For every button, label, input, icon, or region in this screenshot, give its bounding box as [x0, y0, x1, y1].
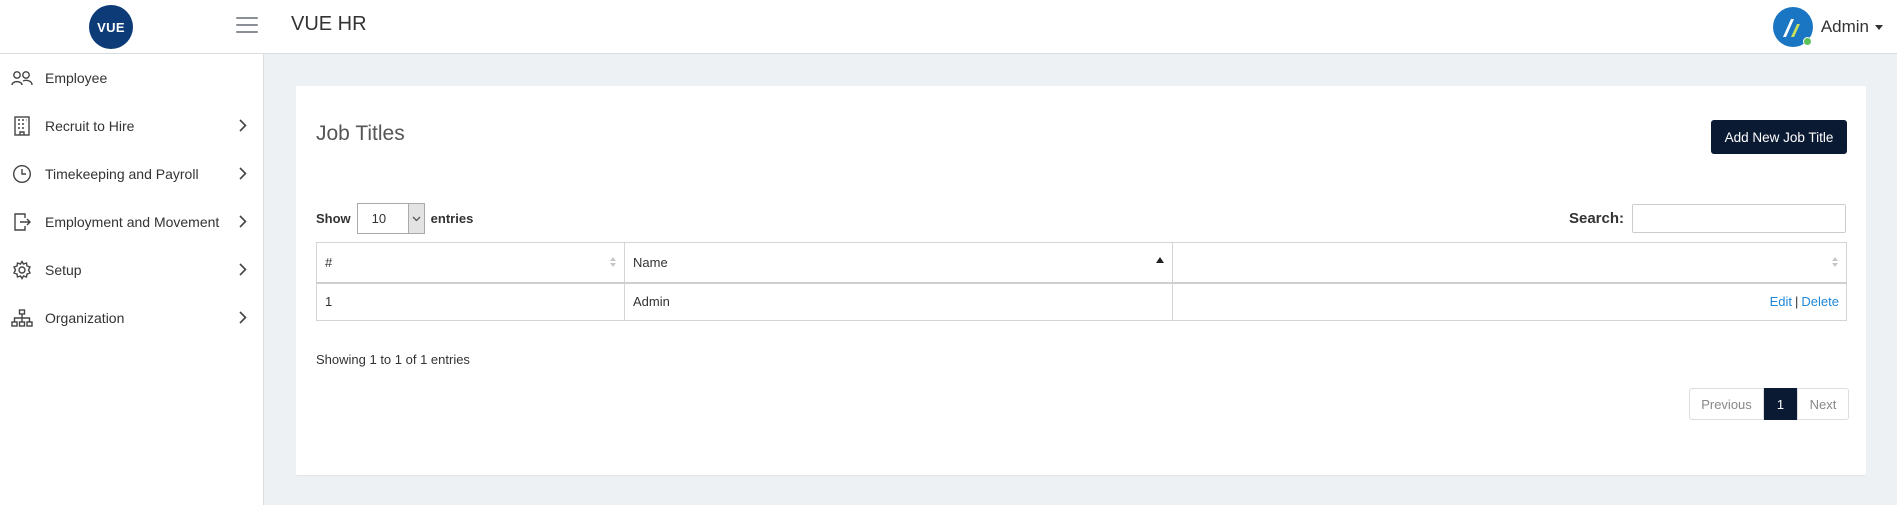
- chevron-right-icon: [239, 119, 247, 132]
- sidebar-item-employee[interactable]: Employee: [0, 54, 263, 102]
- sort-ascending-icon: [1156, 257, 1164, 263]
- sidebar: Employee Recruit to Hire Timekeeping and…: [0, 54, 264, 505]
- column-header-label: Name: [633, 254, 668, 270]
- column-header-name[interactable]: Name: [624, 242, 1173, 284]
- show-label: Show: [316, 211, 351, 226]
- sidebar-item-label: Timekeeping and Payroll: [45, 166, 199, 182]
- edit-link[interactable]: Edit: [1770, 294, 1792, 309]
- search-label: Search:: [1568, 210, 1624, 227]
- page-length-select[interactable]: 10: [356, 203, 425, 234]
- user-name[interactable]: Admin: [1821, 17, 1869, 37]
- clock-icon: [10, 162, 34, 186]
- search-control: Search:: [1569, 204, 1846, 233]
- entries-label: entries: [430, 211, 474, 226]
- column-header-number[interactable]: #: [316, 242, 625, 284]
- previous-page-button[interactable]: Previous: [1689, 388, 1764, 420]
- cell-name: Admin: [624, 282, 1173, 321]
- pagination: Previous 1 Next: [1689, 388, 1849, 420]
- building-icon: [10, 114, 34, 138]
- user-menu[interactable]: Admin: [1772, 6, 1883, 48]
- chevron-down-icon[interactable]: [407, 204, 424, 233]
- sidebar-item-setup[interactable]: Setup: [0, 246, 263, 294]
- sort-both-icon: [1832, 257, 1838, 267]
- sidebar-item-label: Recruit to Hire: [45, 118, 135, 134]
- page-length-control: Show 10 entries: [316, 203, 473, 234]
- add-new-job-title-button[interactable]: Add New Job Title: [1711, 120, 1847, 154]
- job-titles-card: Job Titles Add New Job Title Show 10 ent…: [296, 86, 1866, 475]
- sidebar-item-label: Organization: [45, 310, 125, 326]
- delete-link[interactable]: Delete: [1801, 294, 1839, 309]
- sidebar-item-label: Employment and Movement: [45, 214, 220, 230]
- hamburger-icon[interactable]: [236, 17, 258, 35]
- app-title: VUE HR: [291, 13, 367, 35]
- page-length-value: 10: [371, 211, 387, 226]
- chevron-right-icon: [239, 215, 247, 228]
- chevron-right-icon: [239, 263, 247, 276]
- gear-icon: [10, 258, 34, 282]
- people-icon: [10, 66, 34, 90]
- chevron-right-icon: [239, 311, 247, 324]
- vue-logo[interactable]: VUE: [89, 5, 133, 49]
- sidebar-item-label: Setup: [45, 262, 82, 278]
- top-bar: VUE VUE HR Admin: [0, 0, 1897, 54]
- sidebar-item-timekeeping-and-payroll[interactable]: Timekeeping and Payroll: [0, 150, 263, 198]
- sort-both-icon: [610, 257, 616, 267]
- sidebar-item-employment-and-movement[interactable]: Employment and Movement: [0, 198, 263, 246]
- page-1-button[interactable]: 1: [1764, 388, 1797, 420]
- chevron-right-icon: [239, 167, 247, 180]
- sidebar-item-recruit-to-hire[interactable]: Recruit to Hire: [0, 102, 263, 150]
- caret-down-icon[interactable]: [1875, 24, 1883, 30]
- sidebar-item-label: Employee: [45, 70, 108, 86]
- org-chart-icon: [10, 306, 34, 330]
- table-info: Showing 1 to 1 of 1 entries: [316, 352, 470, 367]
- column-header-actions[interactable]: [1172, 242, 1847, 284]
- action-separator: |: [1795, 294, 1799, 310]
- cell-number: 1: [316, 282, 625, 321]
- table-row: 1 Admin Edit | Delete: [316, 282, 1847, 321]
- table-header-row: # Name: [316, 242, 1847, 284]
- column-header-label: #: [325, 254, 333, 270]
- search-input[interactable]: [1632, 204, 1846, 233]
- next-page-button[interactable]: Next: [1797, 388, 1849, 420]
- cell-actions: Edit | Delete: [1172, 282, 1847, 321]
- exit-door-icon: [10, 210, 34, 234]
- page-title: Job Titles: [316, 122, 405, 145]
- job-titles-table: # Name 1 Admin Edit | Delete: [316, 242, 1847, 321]
- user-avatar-icon[interactable]: [1772, 7, 1813, 47]
- sidebar-item-organization[interactable]: Organization: [0, 294, 263, 342]
